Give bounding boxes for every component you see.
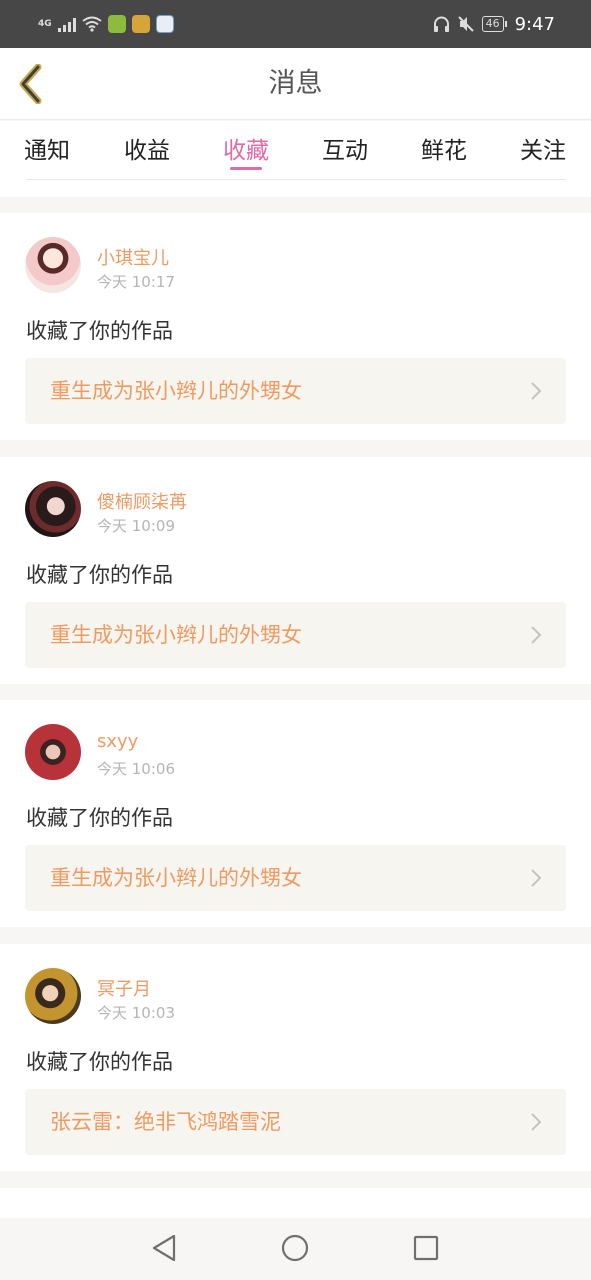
tab-follows[interactable]: 关注: [520, 131, 566, 165]
avatar[interactable]: [25, 237, 81, 293]
message-action: 收藏了你的作品: [26, 319, 173, 343]
work-link[interactable]: 重生成为张小辫儿的外甥女: [25, 602, 566, 668]
message-time: 今天 10:06: [97, 760, 175, 778]
chevron-right-icon: [531, 626, 542, 644]
work-link[interactable]: 张云雷：绝非飞鸿踏雪泥: [25, 1089, 566, 1155]
tab-notifications[interactable]: 通知: [24, 131, 70, 165]
active-tab-indicator: [230, 167, 262, 170]
nav-bar: 消息: [0, 48, 591, 120]
message-action: 收藏了你的作品: [26, 806, 173, 830]
chevron-left-icon: [19, 64, 42, 104]
network-type: 4G: [38, 19, 52, 29]
tab-bar: 通知 收益 收藏 互动 鲜花 关注: [0, 121, 591, 197]
message-time: 今天 10:03: [97, 1004, 175, 1022]
app-icon: [131, 15, 150, 33]
home-circle-icon: [281, 1234, 309, 1262]
headphones-icon: [433, 16, 449, 32]
tab-flowers[interactable]: 鲜花: [421, 131, 467, 165]
page-title: 消息: [268, 68, 323, 99]
message-card-partial: [0, 1188, 591, 1218]
mute-icon: [457, 16, 474, 32]
system-recents-button[interactable]: [409, 1231, 443, 1265]
message-card: sxyy 今天 10:06 收藏了你的作品 重生成为张小辫儿的外甥女: [0, 700, 591, 927]
status-right-icons: 46 9:47: [433, 11, 555, 37]
clock: 9:47: [514, 13, 555, 35]
message-time: 今天 10:17: [97, 273, 175, 291]
tab-earnings[interactable]: 收益: [124, 131, 170, 165]
system-nav-bar: [0, 1218, 591, 1280]
message-action: 收藏了你的作品: [26, 563, 173, 587]
tab-favorites[interactable]: 收藏: [223, 131, 269, 165]
work-link[interactable]: 重生成为张小辫儿的外甥女: [25, 358, 566, 424]
message-action: 收藏了你的作品: [26, 1050, 173, 1074]
message-time: 今天 10:09: [97, 517, 175, 535]
app-icon: [155, 15, 174, 33]
tab-interactions[interactable]: 互动: [322, 131, 368, 165]
username[interactable]: 傻楠顾柒苒: [97, 488, 187, 514]
chevron-right-icon: [531, 382, 542, 400]
tab-divider: [26, 179, 565, 180]
back-triangle-icon: [152, 1234, 176, 1262]
work-link[interactable]: 重生成为张小辫儿的外甥女: [25, 845, 566, 911]
recents-square-icon: [413, 1235, 439, 1261]
avatar[interactable]: [25, 968, 81, 1024]
status-bar: 4G 46 9:47: [0, 0, 591, 48]
message-card: 冥子月 今天 10:03 收藏了你的作品 张云雷：绝非飞鸿踏雪泥: [0, 944, 591, 1171]
username[interactable]: sxyy: [97, 731, 138, 752]
app-icon: [107, 15, 126, 33]
chevron-right-icon: [531, 1113, 542, 1131]
system-home-button[interactable]: [278, 1231, 312, 1265]
work-title: 重生成为张小辫儿的外甥女: [50, 866, 302, 890]
avatar[interactable]: [25, 724, 81, 780]
work-title: 重生成为张小辫儿的外甥女: [50, 379, 302, 403]
avatar[interactable]: [25, 481, 81, 537]
battery-icon: 46: [481, 16, 507, 32]
work-title: 重生成为张小辫儿的外甥女: [50, 623, 302, 647]
back-button[interactable]: [14, 64, 48, 104]
wifi-icon: [82, 16, 102, 32]
signal-icon: [57, 16, 76, 32]
message-card: 傻楠顾柒苒 今天 10:09 收藏了你的作品 重生成为张小辫儿的外甥女: [0, 457, 591, 684]
work-title: 张云雷：绝非飞鸿踏雪泥: [50, 1110, 281, 1134]
message-card: 小琪宝儿 今天 10:17 收藏了你的作品 重生成为张小辫儿的外甥女: [0, 213, 591, 440]
status-left-icons: 4G: [38, 12, 174, 36]
username[interactable]: 冥子月: [97, 975, 151, 1001]
system-back-button[interactable]: [147, 1231, 181, 1265]
username[interactable]: 小琪宝儿: [97, 244, 169, 270]
chevron-right-icon: [531, 869, 542, 887]
